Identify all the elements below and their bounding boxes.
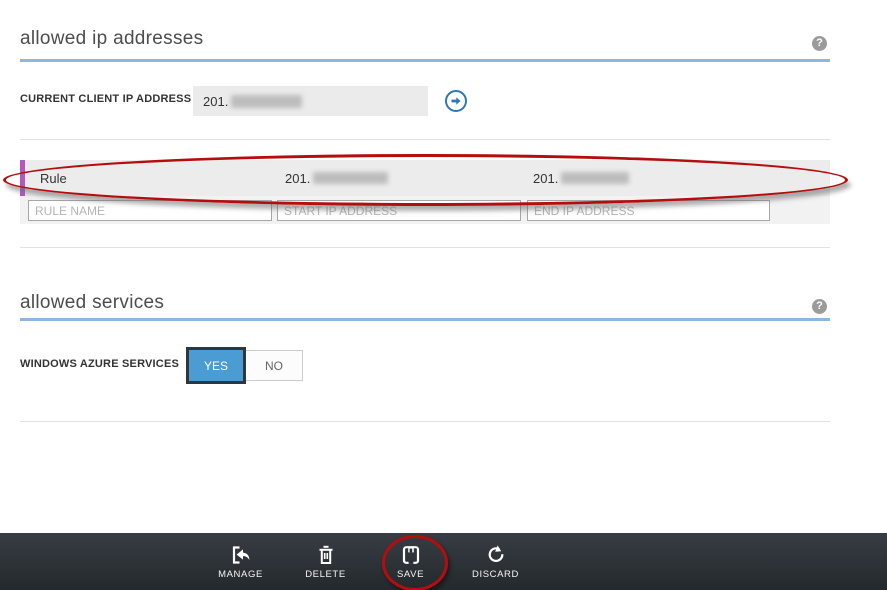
toggle-yes-button[interactable]: YES: [186, 347, 246, 384]
command-label: MANAGE: [218, 569, 263, 580]
rule-name-cell: Rule: [40, 160, 67, 196]
end-ip-input[interactable]: [527, 200, 770, 221]
toggle-no-button[interactable]: NO: [246, 350, 303, 381]
save-button[interactable]: SAVE: [368, 533, 453, 590]
command-label: SAVE: [397, 569, 424, 580]
trash-icon: [315, 544, 337, 566]
ip-prefix: 201.: [203, 94, 228, 109]
windows-azure-services-toggle: YES NO: [186, 347, 303, 384]
discard-button[interactable]: DISCARD: [453, 533, 538, 590]
rule-name-input[interactable]: [28, 200, 272, 221]
allowed-ip-addresses-page: allowed ip addresses ? CURRENT CLIENT IP…: [0, 0, 887, 590]
section-underline: [20, 59, 830, 62]
help-icon[interactable]: ?: [812, 36, 827, 51]
discard-icon: [485, 544, 507, 566]
command-label: DELETE: [305, 569, 346, 580]
add-client-ip-button[interactable]: [445, 90, 467, 112]
arrow-right-icon: [450, 95, 462, 107]
help-icon[interactable]: ?: [812, 299, 827, 314]
new-rule-row: [20, 196, 830, 224]
current-client-ip-field: 201.: [193, 86, 428, 116]
start-ip-input[interactable]: [277, 200, 521, 221]
divider: [20, 139, 830, 140]
ip-prefix: 201.: [285, 171, 310, 186]
firewall-rule-row[interactable]: Rule 201. 201.: [20, 160, 830, 196]
save-icon: [400, 544, 422, 566]
current-client-ip-label: CURRENT CLIENT IP ADDRESS: [20, 93, 191, 105]
manage-button[interactable]: MANAGE: [198, 533, 283, 590]
command-bar-items: MANAGE SAVE DELETE SAV: [198, 533, 538, 590]
command-bar: MANAGE SAVE DELETE SAV: [0, 533, 887, 590]
manage-icon: [229, 544, 253, 566]
rule-end-ip-cell: 201.: [533, 160, 629, 196]
redacted-ip: [231, 95, 302, 108]
windows-azure-services-label: WINDOWS AZURE SERVICES: [20, 358, 179, 370]
divider: [20, 421, 830, 422]
command-label: DISCARD: [472, 569, 519, 580]
section-underline: [20, 318, 830, 321]
redacted-ip: [561, 172, 629, 184]
rule-accent-bar: [20, 160, 25, 196]
rule-start-ip-cell: 201.: [285, 160, 388, 196]
ip-prefix: 201.: [533, 171, 558, 186]
ip-section-title: allowed ip addresses: [20, 28, 203, 50]
services-section-title: allowed services: [20, 292, 164, 314]
divider: [20, 247, 830, 248]
redacted-ip: [313, 172, 388, 184]
delete-button[interactable]: SAVE DELETE: [283, 533, 368, 590]
